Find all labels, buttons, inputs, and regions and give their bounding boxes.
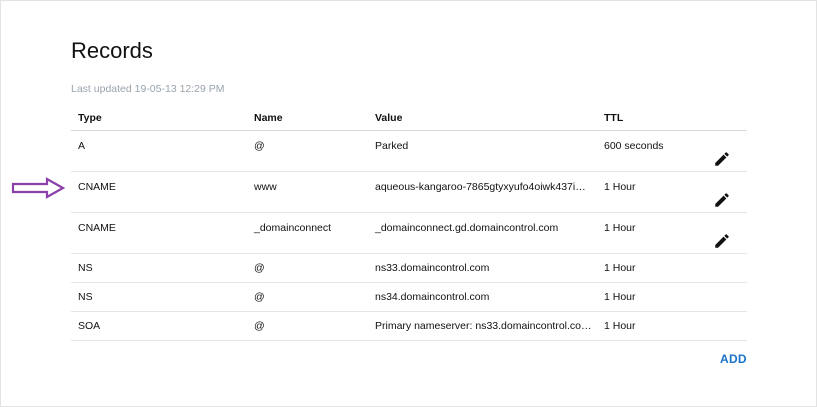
record-actions [713,253,747,283]
table-row: SOA @ Primary nameserver: ns33.domaincon… [71,311,747,341]
table-row: NS @ ns34.domaincontrol.com 1 Hour [71,282,747,312]
table-row: CNAME _domainconnect _domainconnect.gd.d… [71,212,747,254]
record-value: _domainconnect.gd.domaincontrol.com [368,212,597,254]
record-name: _domainconnect [247,212,368,254]
column-header-type: Type [71,105,247,131]
add-record-button[interactable]: ADD [720,352,747,366]
record-value: ns33.domaincontrol.com [368,253,597,283]
record-name: www [247,171,368,213]
dns-records-table: Type Name Value TTL A @ Parked 600 secon… [71,105,747,341]
pencil-icon[interactable] [713,232,731,250]
pencil-icon[interactable] [713,191,731,209]
column-header-actions [713,105,747,131]
record-actions [713,212,747,254]
record-value: ns34.domaincontrol.com [368,282,597,312]
table-row: NS @ ns33.domaincontrol.com 1 Hour [71,253,747,283]
column-header-ttl: TTL [597,105,713,131]
record-name: @ [247,253,368,283]
column-header-value: Value [368,105,597,131]
record-type: CNAME [71,212,247,254]
pencil-icon[interactable] [713,150,731,168]
record-name: @ [247,311,368,341]
arrow-right-icon [11,177,66,199]
record-value: Parked [368,130,597,172]
record-type: NS [71,282,247,312]
record-ttl: 1 Hour [597,282,713,312]
table-row: A @ Parked 600 seconds [71,130,747,172]
record-value: aqueous-kangaroo-7865gtyxyufo4oiwk437i… [368,171,597,213]
record-ttl: 1 Hour [597,253,713,283]
record-type: A [71,130,247,172]
record-value: Primary nameserver: ns33.domaincontrol.c… [368,311,597,341]
table-header-row: Type Name Value TTL [71,105,747,131]
record-name: @ [247,282,368,312]
record-ttl: 600 seconds [597,130,713,172]
column-header-name: Name [247,105,368,131]
record-ttl: 1 Hour [597,212,713,254]
record-ttl: 1 Hour [597,171,713,213]
last-updated-text: Last updated 19-05-13 12:29 PM [71,83,225,95]
record-actions [713,130,747,172]
record-actions [713,282,747,312]
record-ttl: 1 Hour [597,311,713,341]
record-type: CNAME [71,171,247,213]
table-row: CNAME www aqueous-kangaroo-7865gtyxyufo4… [71,171,747,213]
page-title: Records [71,38,153,63]
record-type: SOA [71,311,247,341]
record-actions [713,171,747,213]
record-type: NS [71,253,247,283]
record-name: @ [247,130,368,172]
record-actions [713,311,747,341]
